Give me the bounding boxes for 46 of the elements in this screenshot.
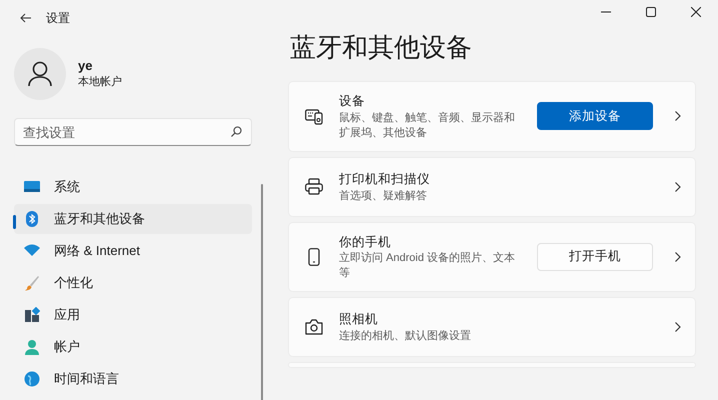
wifi-icon	[24, 243, 40, 259]
page-title: 蓝牙和其他设备	[290, 32, 473, 64]
person-outline-icon	[28, 61, 52, 87]
monitor-icon	[24, 179, 40, 195]
nav-item[interactable]: 系统	[14, 172, 252, 202]
camera-icon	[305, 318, 323, 336]
nav-item[interactable]: 蓝牙和其他设备	[14, 204, 252, 234]
card-description: 立即访问 Android 设备的照片、文本等	[339, 251, 516, 282]
chevron-right-icon[interactable]	[675, 182, 681, 192]
scrollbar[interactable]	[261, 184, 263, 400]
brush-icon	[24, 275, 40, 291]
card-description: 首选项、疑难解答	[339, 188, 428, 204]
maximize-icon[interactable]	[646, 7, 656, 17]
chevron-right-icon[interactable]	[675, 252, 681, 262]
search-field[interactable]: 查找设置	[14, 118, 252, 146]
card-description: 连接的相机、默认图像设置	[339, 329, 472, 344]
card-title: 你的手机	[339, 234, 392, 251]
person-icon	[24, 339, 40, 355]
card-title: 设备	[339, 93, 366, 110]
back-arrow-icon[interactable]	[20, 13, 32, 23]
nav-item[interactable]: 时间和语言	[14, 364, 252, 394]
settings-card[interactable]: 打印机和扫描仪 首选项、疑难解答	[288, 156, 696, 217]
settings-card[interactable]: 设备 鼠标、键盘、触笔、音频、显示器和扩展坞、其他设备 添加设备	[288, 81, 696, 152]
card-title: 打印机和扫描仪	[339, 170, 431, 188]
search-icon[interactable]	[230, 126, 242, 138]
keyboard-speaker-icon	[305, 107, 323, 126]
user-name: ye	[78, 58, 94, 74]
bluetooth-icon	[24, 211, 40, 227]
nav-item[interactable]: 个性化	[14, 268, 252, 298]
window-title: 设置	[46, 10, 70, 27]
nav-item[interactable]: 帐户	[14, 332, 252, 362]
close-icon[interactable]	[690, 7, 700, 17]
chevron-right-icon[interactable]	[675, 111, 681, 122]
apps-icon	[24, 307, 40, 323]
nav-item[interactable]: 应用	[14, 300, 252, 330]
settings-card[interactable]: 你的手机 立即访问 Android 设备的照片、文本等 打开手机	[288, 222, 696, 292]
nav-item[interactable]: 网络 & Internet	[14, 236, 252, 266]
settings-card[interactable]: 照相机 连接的相机、默认图像设置	[288, 297, 696, 358]
primary-button[interactable]: 添加设备	[537, 102, 653, 130]
printer-icon	[305, 178, 323, 196]
card-title: 照相机	[339, 311, 379, 328]
globe-icon	[24, 371, 40, 387]
action-button[interactable]: 打开手机	[537, 242, 653, 271]
card-description: 鼠标、键盘、触笔、音频、显示器和扩展坞、其他设备	[339, 110, 516, 141]
account-type: 本地帐户	[78, 74, 122, 90]
chevron-right-icon[interactable]	[675, 322, 681, 332]
